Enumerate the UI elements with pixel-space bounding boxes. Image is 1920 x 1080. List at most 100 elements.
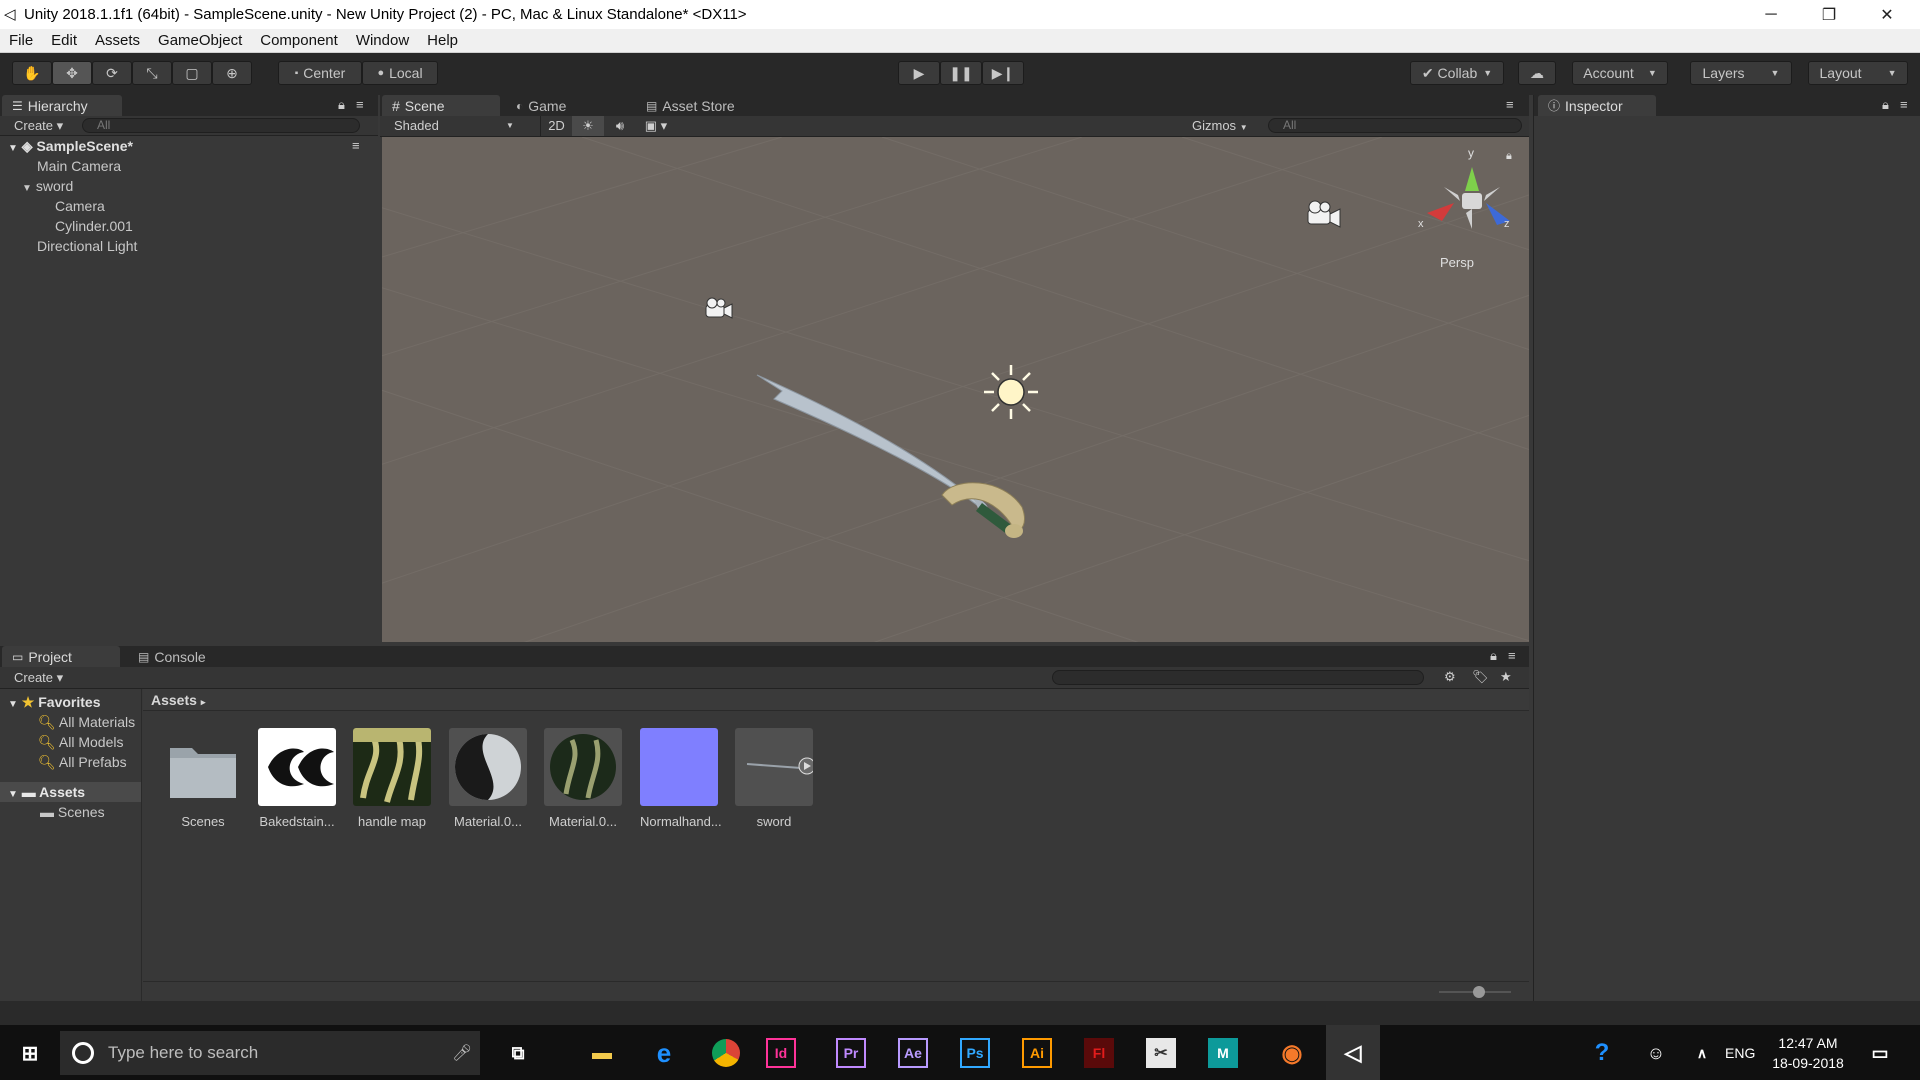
sword-model[interactable] <box>756 374 1025 538</box>
hierarchy-item-camera[interactable]: Camera <box>55 196 105 216</box>
orientation-gizmo[interactable]: y x z Persp <box>1418 146 1510 270</box>
task-view-icon[interactable]: ⧉ <box>496 1031 540 1075</box>
scene-menu-icon[interactable]: ≡ <box>352 138 360 153</box>
menu-gameobject[interactable]: GameObject <box>149 32 251 49</box>
minimize-button[interactable]: ─ <box>1742 0 1800 29</box>
camera-gizmo[interactable] <box>705 297 733 319</box>
favorite-star-icon[interactable]: ★ <box>1500 669 1512 685</box>
asset-material-1[interactable]: Material.0... <box>449 728 527 829</box>
tab-game[interactable]: ◐ Game <box>506 95 576 116</box>
folder-scenes[interactable]: ▬ Scenes <box>40 802 105 822</box>
panel-menu-icon[interactable]: ≡ <box>1508 648 1516 663</box>
tab-hierarchy[interactable]: ☰ Hierarchy <box>2 95 122 116</box>
tab-console[interactable]: ▤ Console <box>128 646 216 667</box>
close-button[interactable]: ✕ <box>1858 0 1916 29</box>
edge-browser-icon[interactable]: e <box>642 1031 686 1075</box>
menu-assets[interactable]: Assets <box>86 32 149 49</box>
account-dropdown[interactable]: Account ▼ <box>1572 61 1668 85</box>
project-create-button[interactable]: Create ▾ <box>14 670 63 686</box>
rect-tool-icon[interactable]: ▢ <box>172 61 212 85</box>
layout-dropdown[interactable]: Layout ▼ <box>1808 61 1908 85</box>
gizmo-lock-icon[interactable]: 🔒︎ <box>1506 149 1512 162</box>
lock-icon[interactable]: 🔒︎ <box>1882 97 1889 113</box>
menu-window[interactable]: Window <box>347 32 418 49</box>
favorite-all-materials[interactable]: 🔍︎ All Materials <box>38 712 142 732</box>
3ds-max-icon[interactable]: M <box>1208 1038 1238 1068</box>
pivot-local-button[interactable]: ● Local <box>362 61 438 85</box>
directional-light-gizmo[interactable] <box>984 365 1038 419</box>
zbrush-icon[interactable]: ✂ <box>1146 1038 1176 1068</box>
favorites-section[interactable]: ▼ ★ Favorites <box>8 692 101 712</box>
filter-label-icon[interactable]: 🏷︎ <box>1472 669 1489 685</box>
scene-root-item[interactable]: ▼ ◈ SampleScene* <box>8 136 133 156</box>
file-explorer-icon[interactable]: ▬ <box>580 1031 624 1075</box>
favorite-all-prefabs[interactable]: 🔍︎ All Prefabs <box>38 752 127 772</box>
unity-taskbar-icon[interactable]: ◁ <box>1326 1025 1380 1080</box>
panel-menu-icon[interactable]: ≡ <box>1900 97 1908 112</box>
taskbar-search-box[interactable]: Type here to search 🎤︎ <box>60 1031 480 1075</box>
move-tool-icon[interactable]: ✥ <box>52 61 92 85</box>
illustrator-icon[interactable]: Ai <box>1022 1038 1052 1068</box>
asset-handle-map[interactable]: handle map <box>353 728 431 829</box>
pivot-center-button[interactable]: ▪ Center <box>278 61 362 85</box>
flash-icon[interactable]: Fl <box>1084 1038 1114 1068</box>
hierarchy-item-main-camera[interactable]: Main Camera <box>37 156 121 176</box>
premiere-icon[interactable]: Pr <box>836 1038 866 1068</box>
panel-menu-icon[interactable]: ≡ <box>356 97 364 112</box>
hand-tool-icon[interactable]: ✋ <box>12 61 52 85</box>
lock-icon[interactable]: 🔒︎ <box>338 97 345 113</box>
scale-tool-icon[interactable]: ⤡ <box>132 61 172 85</box>
clock[interactable]: 12:47 AM 18-09-2018 <box>1768 1033 1848 1073</box>
lighting-toggle-icon[interactable]: ☀ <box>572 116 604 136</box>
scene-viewport[interactable]: y x z Persp 🔒︎ <box>382 137 1529 642</box>
slider-handle[interactable] <box>1473 986 1485 998</box>
scene-search-input[interactable]: All <box>1268 118 1522 133</box>
photoshop-icon[interactable]: Ps <box>960 1038 990 1068</box>
filter-type-icon[interactable]: ⚙ <box>1444 669 1456 685</box>
blender-icon[interactable]: ◉ <box>1270 1031 1314 1075</box>
project-search-input[interactable] <box>1052 670 1424 685</box>
hierarchy-item-directional-light[interactable]: Directional Light <box>37 236 137 256</box>
menu-help[interactable]: Help <box>418 32 467 49</box>
menu-edit[interactable]: Edit <box>42 32 86 49</box>
tab-scene[interactable]: # Scene <box>382 95 500 116</box>
restore-button[interactable]: ❐ <box>1800 0 1858 29</box>
microphone-icon[interactable]: 🎤︎ <box>452 1043 472 1063</box>
rotate-tool-icon[interactable]: ⟳ <box>92 61 132 85</box>
cloud-button[interactable]: ☁ <box>1518 61 1556 85</box>
gizmos-dropdown[interactable]: Gizmos ▼ <box>1192 118 1248 133</box>
hierarchy-item-cylinder[interactable]: Cylinder.001 <box>55 216 133 236</box>
indesign-icon[interactable]: Id <box>766 1038 796 1068</box>
lock-icon[interactable]: 🔒︎ <box>1490 648 1497 664</box>
shading-mode-dropdown[interactable]: Shaded ▼ <box>394 118 514 133</box>
asset-sword-model[interactable]: sword <box>735 728 813 829</box>
asset-scenes-folder[interactable]: Scenes <box>164 728 242 829</box>
asset-material-2[interactable]: Material.0... <box>544 728 622 829</box>
asset-normalhand[interactable]: Normalhand... <box>640 728 722 829</box>
hierarchy-create-button[interactable]: Create ▾ <box>14 118 63 134</box>
collab-button[interactable]: ✔ Collab ▼ <box>1410 61 1504 85</box>
pause-button[interactable]: ❚❚ <box>940 61 982 85</box>
tab-asset-store[interactable]: ▤ Asset Store <box>636 95 745 116</box>
assets-root-folder[interactable]: ▼ ▬ Assets <box>0 782 141 802</box>
layers-dropdown[interactable]: Layers ▼ <box>1690 61 1792 85</box>
notification-center-icon[interactable]: ▭ <box>1858 1031 1902 1075</box>
language-indicator[interactable]: ENG <box>1725 1045 1755 1061</box>
toggle-2d-button[interactable]: 2D <box>540 116 572 136</box>
chrome-icon[interactable] <box>704 1031 748 1075</box>
transform-tool-icon[interactable]: ⊕ <box>212 61 252 85</box>
panel-menu-icon[interactable]: ≡ <box>1506 97 1514 112</box>
help-icon[interactable]: ? <box>1580 1031 1624 1075</box>
audio-toggle-icon[interactable]: 🔊︎ <box>604 116 636 136</box>
hierarchy-item-sword[interactable]: ▼ sword <box>22 176 73 196</box>
windows-start-icon[interactable]: ⊞ <box>8 1031 52 1075</box>
hierarchy-search-input[interactable]: All <box>82 118 360 133</box>
favorite-all-models[interactable]: 🔍︎ All Models <box>38 732 124 752</box>
tab-project[interactable]: ▭ Project <box>2 646 120 667</box>
play-button[interactable]: ▶ <box>898 61 940 85</box>
chevron-up-icon[interactable]: ∧ <box>1680 1031 1724 1075</box>
step-button[interactable]: ▶❙ <box>982 61 1024 85</box>
effects-toggle-icon[interactable]: ▣ ▾ <box>636 116 676 136</box>
asset-bakedstain[interactable]: Bakedstain... <box>258 728 336 829</box>
tab-inspector[interactable]: ⓘ Inspector <box>1538 95 1656 116</box>
